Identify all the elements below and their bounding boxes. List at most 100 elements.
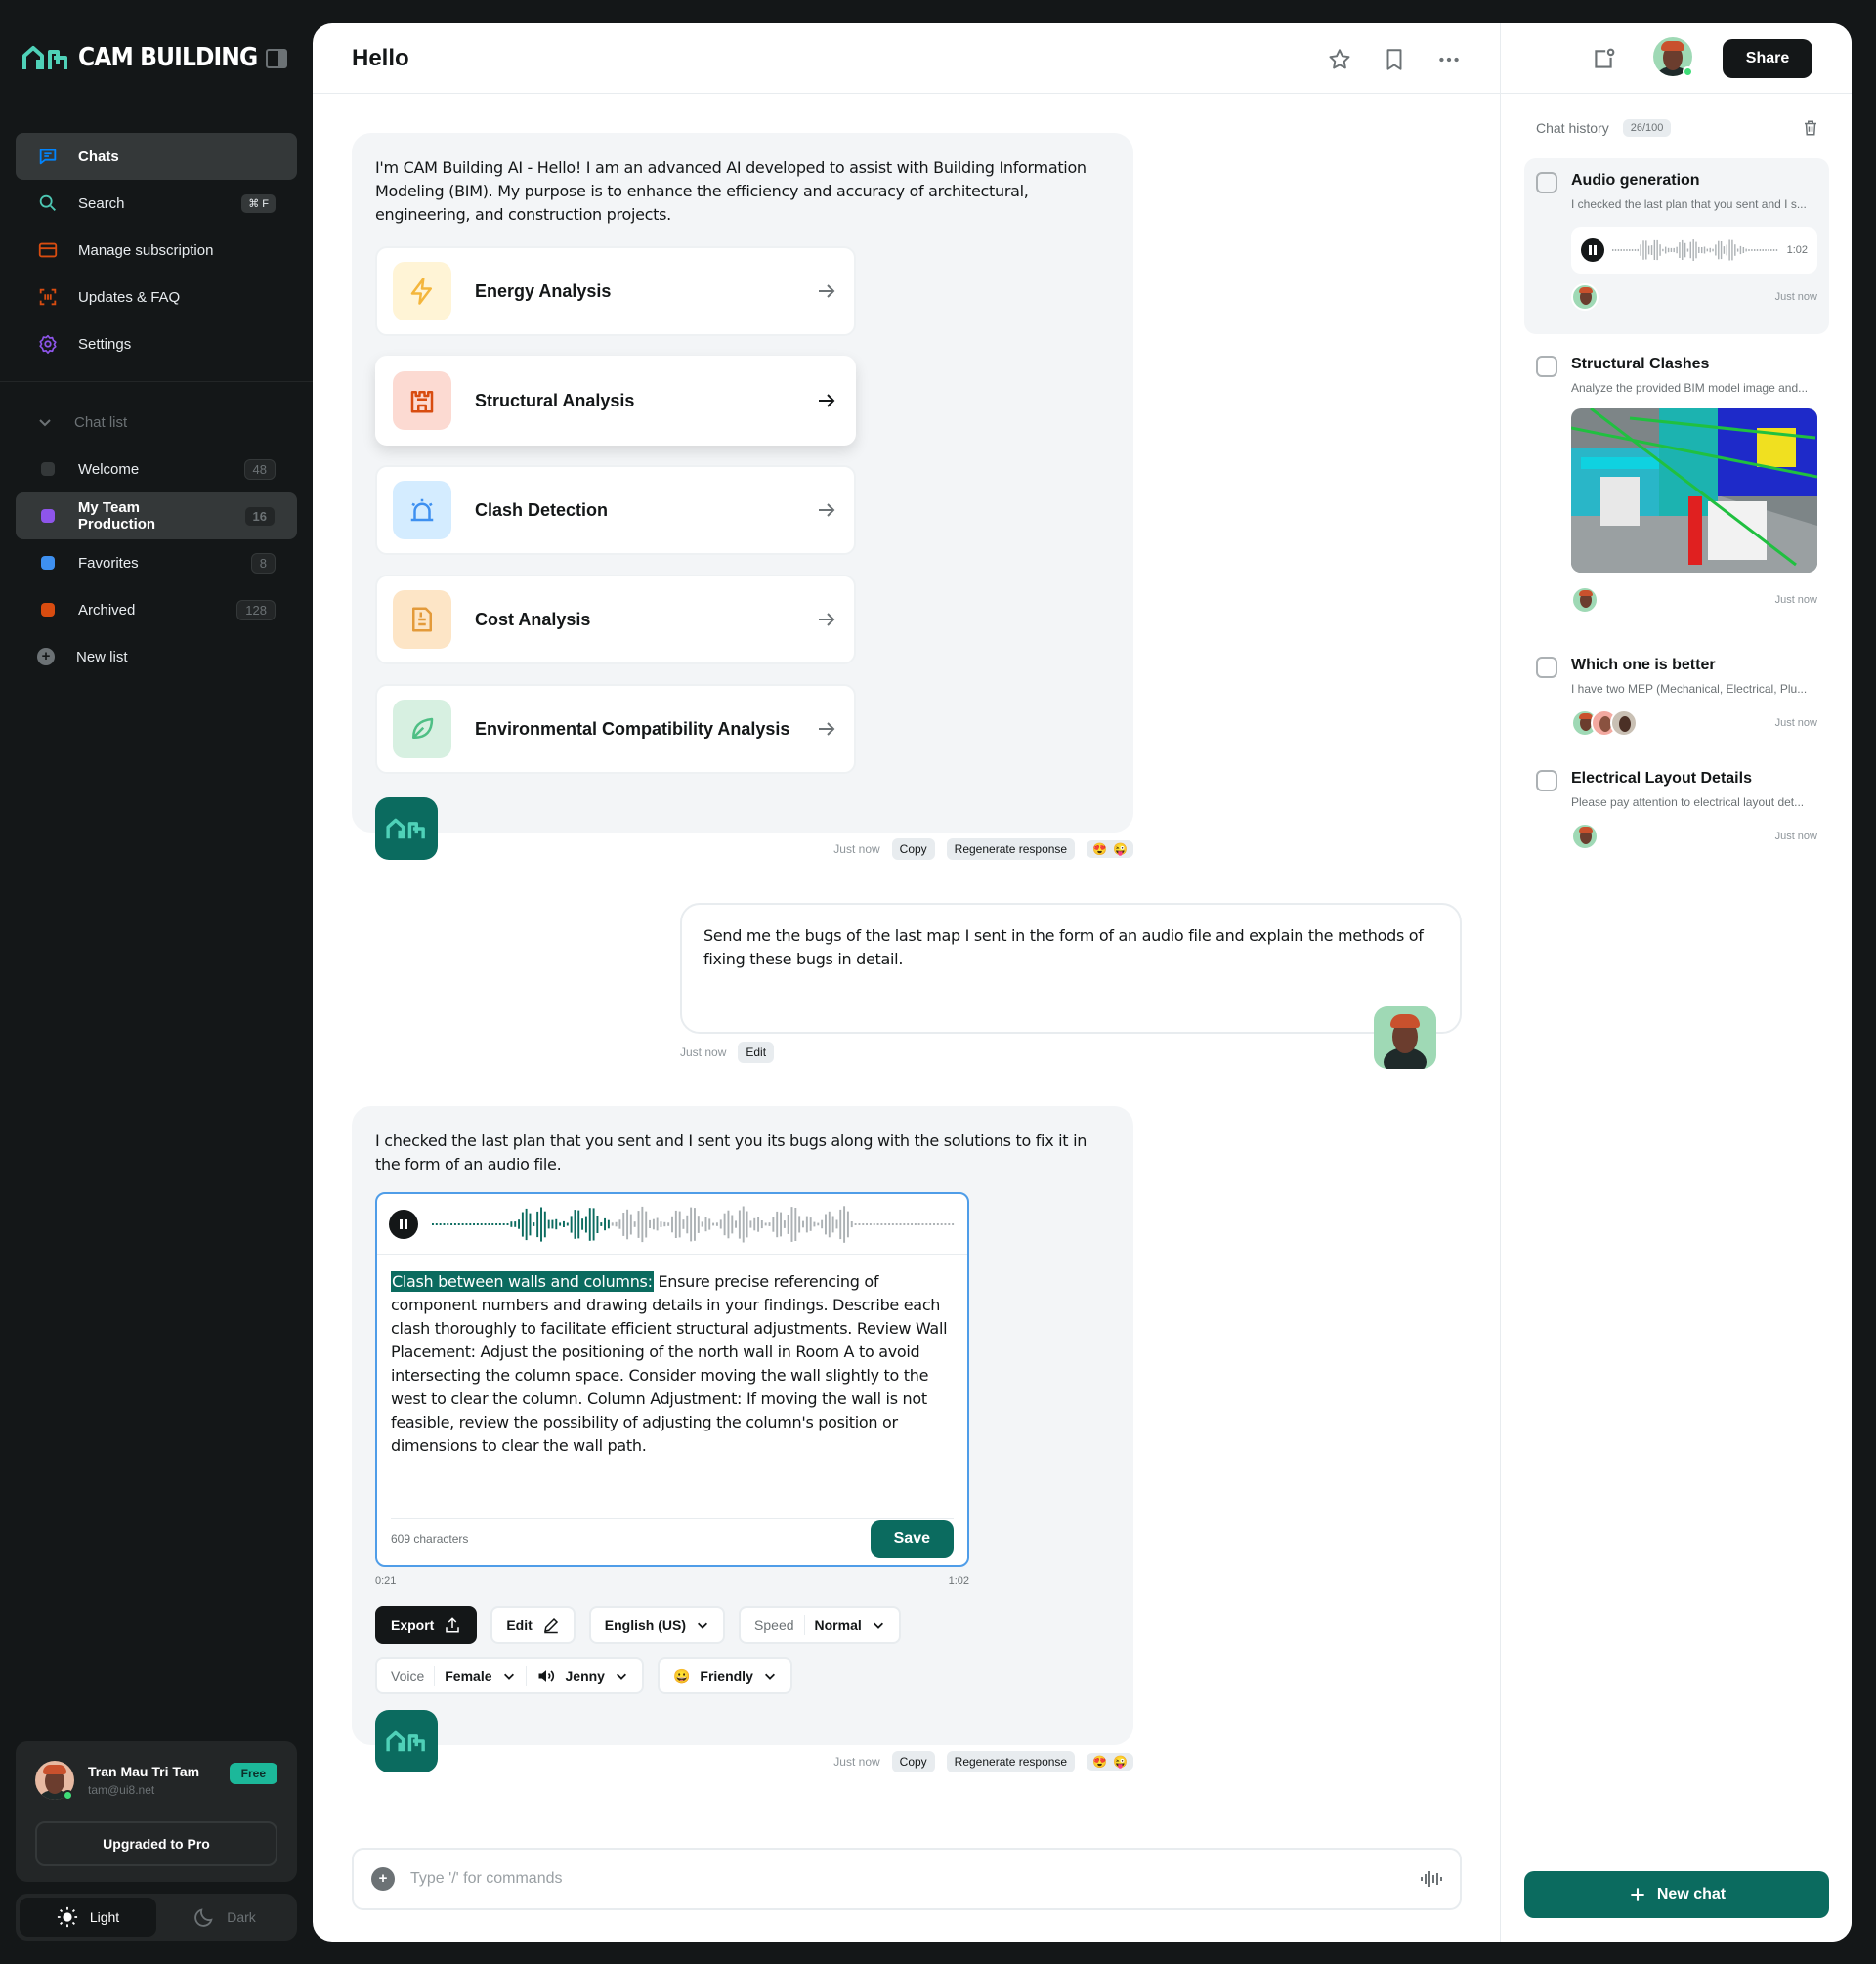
bookmark-icon[interactable] (1382, 47, 1407, 72)
audio-waveform[interactable] (432, 1205, 956, 1244)
main-nav: Chats Search ⌘ F Manage subscription Upd… (16, 133, 297, 367)
nav-chats[interactable]: Chats (16, 133, 297, 180)
plan-badge: Free (229, 1763, 277, 1784)
history-checkbox[interactable] (1536, 172, 1557, 193)
language-select[interactable]: English (US) (588, 1606, 726, 1644)
chat-list-item-favorites[interactable]: Favorites 8 (16, 539, 297, 586)
new-list-label: New list (76, 648, 128, 665)
upgrade-button[interactable]: Upgraded to Pro (35, 1821, 277, 1866)
plus-circle-icon: + (37, 648, 55, 665)
edit-audio-button[interactable]: Edit (490, 1606, 576, 1644)
export-button[interactable]: Export (375, 1606, 478, 1644)
bolt-icon (410, 278, 432, 305)
language-value: English (US) (604, 1617, 687, 1633)
reactions[interactable]: 😍 😜 (1087, 1753, 1133, 1771)
list-color-dot (41, 556, 55, 570)
history-item[interactable]: Structural Clashes Analyze the provided … (1524, 342, 1829, 623)
copy-button[interactable]: Copy (891, 1751, 935, 1772)
chat-list: Chat list Welcome 48 My Team Production … (16, 399, 297, 680)
history-snippet: I checked the last plan that you sent an… (1571, 197, 1807, 211)
nav-updates-faq[interactable]: Updates & FAQ (16, 274, 297, 320)
nav-settings[interactable]: Settings (16, 320, 297, 367)
share-button[interactable]: Share (1723, 39, 1812, 78)
message-text: I'm CAM Building AI - Hello! I am an adv… (375, 158, 1087, 224)
chat-history-count: 26/100 (1622, 119, 1672, 137)
tone-select[interactable]: 😀 Friendly (657, 1657, 792, 1694)
audio-waveform (1612, 239, 1778, 261)
bim-model-thumbnail[interactable] (1571, 408, 1817, 573)
separator (803, 1615, 805, 1635)
header-avatar-wrap (1653, 37, 1693, 77)
suggestion-card[interactable]: Clash Detection (375, 465, 856, 555)
history-snippet: I have two MEP (Mechanical, Electrical, … (1571, 682, 1808, 696)
chat-list-item-my-team-production[interactable]: My Team Production 16 (16, 492, 297, 539)
smile-icon: 😜 (1113, 1755, 1128, 1769)
card-icon-wrap (393, 481, 451, 539)
history-checkbox[interactable] (1536, 356, 1557, 377)
transcript-text[interactable]: Clash between walls and columns: Ensure … (377, 1255, 967, 1518)
chat-list-item-welcome[interactable]: Welcome 48 (16, 446, 297, 492)
save-button[interactable]: Save (870, 1519, 954, 1558)
sidebar-toggle-icon[interactable] (266, 49, 287, 68)
voice-value: Female (445, 1668, 492, 1684)
logo[interactable]: CAM BUILDING (21, 43, 277, 72)
arrow-right-icon (819, 613, 835, 626)
pause-button[interactable] (389, 1209, 418, 1239)
regenerate-button[interactable]: Regenerate response (946, 838, 1076, 860)
castle-icon (410, 391, 434, 413)
message-time: Just now (833, 1755, 880, 1769)
card-label: Cost Analysis (475, 609, 591, 629)
voice-wave-icon[interactable] (1419, 1867, 1442, 1891)
attach-icon[interactable]: + (371, 1867, 395, 1891)
history-item[interactable]: Which one is better I have two MEP (Mech… (1524, 643, 1829, 747)
scan-icon (39, 288, 57, 306)
new-list-button[interactable]: + New list (16, 633, 297, 680)
theme-light-button[interactable]: Light (20, 1898, 156, 1937)
transcript-body: Ensure precise referencing of component … (391, 1272, 948, 1455)
voice-select[interactable]: Voice Female Jenny (375, 1657, 644, 1694)
edit-message-button[interactable]: Edit (738, 1042, 775, 1063)
suggestion-card[interactable]: Energy Analysis (375, 246, 856, 336)
export-label: Export (391, 1617, 435, 1633)
history-time: Just now (1774, 717, 1817, 729)
more-icon[interactable] (1436, 47, 1462, 72)
new-chat-button[interactable]: New chat (1524, 1871, 1829, 1918)
message-actions: Just now Copy Regenerate response 😍 😜 (833, 838, 1133, 860)
suggestion-card[interactable]: Environmental Compatibility Analysis (375, 684, 856, 774)
chat-list-item-archived[interactable]: Archived 128 (16, 586, 297, 633)
regenerate-button[interactable]: Regenerate response (946, 1751, 1076, 1772)
chat-list-toggle[interactable]: Chat list (16, 399, 297, 446)
history-item[interactable]: Electrical Layout Details Please pay att… (1524, 756, 1829, 860)
speed-select[interactable]: Speed Normal (739, 1606, 901, 1644)
mini-audio-player[interactable]: 1:02 (1571, 227, 1817, 274)
smile-icon: 😀 (672, 1667, 691, 1684)
user-name: Tran Mau Tri Tam (88, 1764, 200, 1779)
nav-manage-subscription[interactable]: Manage subscription (16, 227, 297, 274)
cam-logo-icon (22, 46, 67, 69)
history-checkbox[interactable] (1536, 770, 1557, 791)
reactions[interactable]: 😍 😜 (1087, 840, 1133, 858)
history-time: Just now (1774, 831, 1817, 842)
copy-button[interactable]: Copy (891, 838, 935, 860)
trash-icon[interactable] (1802, 119, 1819, 137)
receipt-icon (412, 607, 432, 632)
suggestion-card[interactable]: Cost Analysis (375, 575, 856, 664)
pause-button[interactable] (1581, 238, 1604, 262)
new-window-icon[interactable] (1591, 47, 1616, 72)
list-count: 48 (243, 458, 276, 480)
history-item[interactable]: Audio generation I checked the last plan… (1524, 158, 1829, 334)
message-composer[interactable]: + Type '/' for commands (352, 1848, 1462, 1910)
history-title: Audio generation (1571, 172, 1700, 189)
message-text: I checked the last plan that you sent an… (375, 1131, 1087, 1174)
suggestion-card[interactable]: Structural Analysis (375, 356, 856, 446)
card-label: Environmental Compatibility Analysis (475, 718, 790, 739)
theme-dark-button[interactable]: Dark (156, 1898, 293, 1937)
chat-icon (39, 149, 57, 165)
nav-label: Manage subscription (78, 241, 214, 259)
card-icon-wrap (393, 590, 451, 649)
star-icon[interactable] (1327, 47, 1352, 72)
history-title: Structural Clashes (1571, 356, 1710, 372)
brand-name: CAM BUILDING (78, 43, 258, 72)
nav-search[interactable]: Search ⌘ F (16, 180, 297, 227)
history-checkbox[interactable] (1536, 657, 1557, 678)
